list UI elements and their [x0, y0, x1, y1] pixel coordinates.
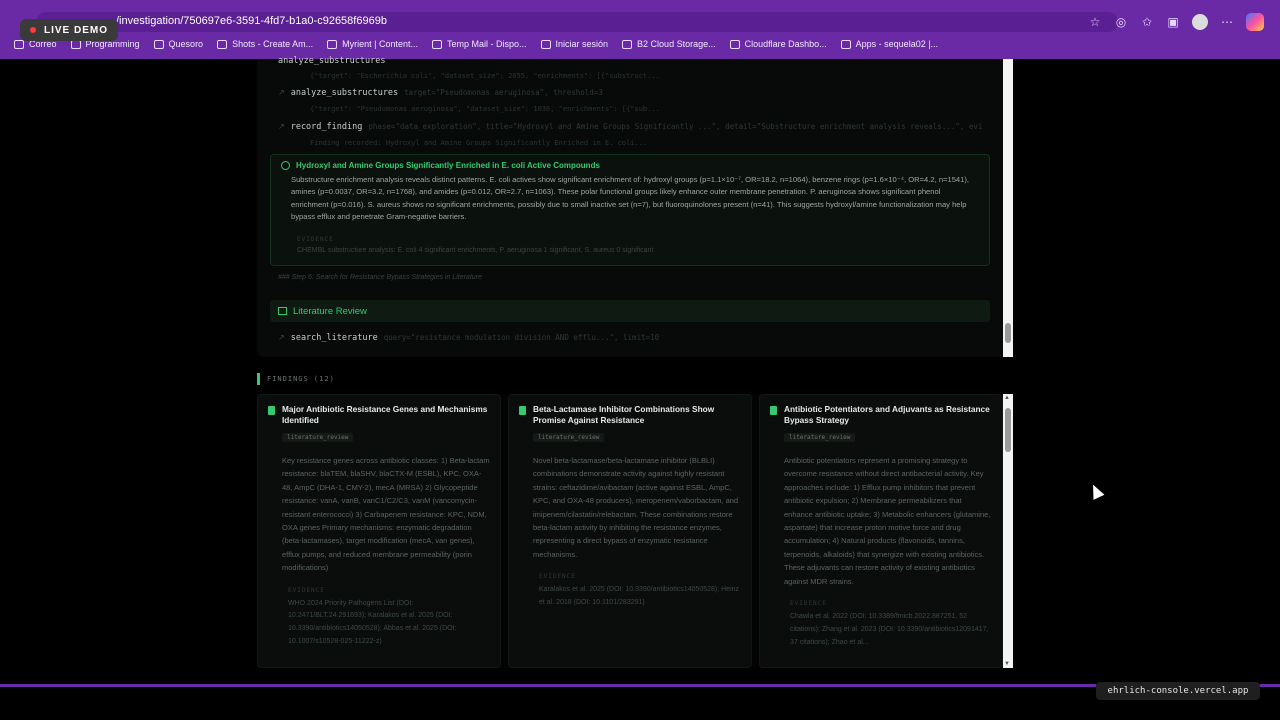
cloud-icon — [729, 39, 740, 49]
wrench-icon: ↗ — [278, 122, 285, 131]
card-description: Key resistance genes across antibiotic c… — [282, 456, 490, 573]
folder-icon — [153, 39, 164, 49]
tool-call[interactable]: ↗ record_finding phase="data_exploration… — [278, 122, 983, 132]
site-icon — [622, 39, 633, 49]
url-text: /investigation/750697e6-3591-4fd7-b1a0-c… — [116, 15, 387, 27]
finding-card[interactable]: Major Antibiotic Resistance Genes and Me… — [257, 394, 501, 668]
bookmark-item[interactable]: B2 Cloud Storage... — [622, 39, 716, 49]
bookmark-item[interactable]: Apps - sequela02 |... — [840, 39, 938, 49]
card-title: Antibiotic Potentiators and Adjuvants as… — [784, 404, 990, 425]
tool-call[interactable]: ↗ analyze_substructures target="Pseudomo… — [278, 88, 603, 98]
wrench-icon: ↗ — [278, 333, 285, 342]
scroll-up-icon[interactable]: ▲ — [1004, 395, 1010, 401]
scroll-down-icon[interactable]: ▼ — [1004, 661, 1010, 667]
card-title: Major Antibiotic Resistance Genes and Me… — [282, 404, 488, 425]
more-icon[interactable]: ⋯ — [1220, 15, 1234, 29]
collections-icon[interactable]: ▣ — [1166, 15, 1180, 29]
tool-result: {"target": "Escherichia coli", "dataset_… — [310, 72, 660, 80]
document-icon — [268, 406, 275, 415]
toolbar-icons: ☆ ◎ ✩ ▣ ⋯ — [1088, 13, 1264, 31]
recorded-finding: Hydroxyl and Amine Groups Significantly … — [270, 154, 990, 266]
browser-chrome: /investigation/750697e6-3591-4fd7-b1a0-c… — [0, 0, 1280, 59]
bookmark-item[interactable]: Quesoro — [153, 39, 203, 49]
finding-card[interactable]: Beta-Lactamase Inhibitor Combinations Sh… — [508, 394, 752, 668]
document-icon — [770, 406, 777, 415]
bottom-accent-line — [0, 684, 1280, 687]
site-icon — [217, 39, 228, 49]
findings-scrollbar[interactable]: ▲ ▼ — [1003, 394, 1013, 668]
bookmark-item[interactable]: Shots - Create Am... — [217, 39, 313, 49]
scrollbar-thumb[interactable] — [1005, 408, 1011, 452]
copilot-icon[interactable] — [1246, 13, 1264, 31]
phase-tag: literature_review — [784, 433, 856, 442]
live-demo-badge: LIVE DEMO — [20, 19, 118, 41]
findings-heading: FINDINGS (12) — [257, 373, 335, 385]
site-icon — [431, 39, 442, 49]
extension-icon[interactable]: ◎ — [1114, 15, 1128, 29]
evidence-text: Karalakos et al. 2025 (DOI: 10.3390/anti… — [539, 586, 740, 607]
bookmark-item[interactable]: Temp Mail - Dispo... — [431, 39, 527, 49]
finding-card[interactable]: Antibiotic Potentiators and Adjuvants as… — [759, 394, 1003, 668]
check-circle-icon — [281, 161, 290, 170]
profile-avatar[interactable] — [1192, 14, 1208, 30]
mouse-cursor-icon — [1087, 482, 1105, 500]
evidence-label: EVIDENCE — [297, 235, 334, 243]
address-bar[interactable]: /investigation/750697e6-3591-4fd7-b1a0-c… — [36, 12, 1118, 32]
finding-body: Substructure enrichment analysis reveals… — [291, 175, 970, 222]
card-description: Novel beta-lactamase/beta-lactamase inhi… — [533, 456, 739, 559]
bookmark-item[interactable]: Cloudflare Dashbo... — [729, 39, 827, 49]
evidence-label: EVIDENCE — [539, 573, 576, 581]
bookmark-item[interactable]: Iniciar sesión — [540, 39, 608, 49]
evidence-text: CHEMBL substructure analysis: E. coli 4 … — [297, 246, 654, 254]
section-header: Literature Review — [270, 300, 990, 322]
favorites-icon[interactable]: ✩ — [1140, 15, 1154, 29]
phase-tag: literature_review — [282, 433, 354, 442]
folder-icon — [14, 39, 24, 49]
tool-result: {"target": "Pseudomonas aeruginosa", "da… — [310, 105, 660, 113]
log-scrollbar[interactable] — [1003, 59, 1013, 357]
evidence-label: EVIDENCE — [288, 586, 325, 594]
book-icon — [278, 307, 287, 315]
evidence-text: Chawla et al. 2022 (DOI: 10.3389/fmicb.2… — [790, 613, 989, 646]
evidence-text: WHO 2024 Priority Pathogens List (DOI: 1… — [288, 599, 457, 646]
site-icon — [327, 39, 338, 49]
evidence-label: EVIDENCE — [790, 600, 827, 608]
card-title: Beta-Lactamase Inhibitor Combinations Sh… — [533, 404, 715, 425]
record-dot-icon — [30, 27, 36, 33]
step-heading: ### Step 6: Search for Resistance Bypass… — [278, 274, 482, 281]
tool-call[interactable]: ↗ search_literature query="resistance mo… — [278, 333, 659, 343]
bookmarks-bar: Correo Programming Quesoro Shots - Creat… — [14, 39, 952, 49]
tool-call: analyze_substructures — [278, 56, 386, 66]
shield-icon — [540, 39, 551, 49]
tool-result: Finding recorded: Hydroxyl and Amine Gro… — [310, 139, 648, 147]
scrollbar-thumb[interactable] — [1005, 323, 1011, 343]
bookmark-item[interactable]: Myrient | Content... — [327, 39, 418, 49]
host-badge: ehrlich-console.vercel.app — [1096, 682, 1260, 700]
document-icon — [519, 406, 526, 415]
apps-icon — [840, 39, 851, 49]
card-description: Antibiotic potentiators represent a prom… — [784, 456, 991, 586]
phase-tag: literature_review — [533, 433, 605, 442]
finding-title: Hydroxyl and Amine Groups Significantly … — [281, 161, 979, 170]
wrench-icon: ↗ — [278, 88, 285, 97]
star-icon[interactable]: ☆ — [1088, 15, 1102, 29]
